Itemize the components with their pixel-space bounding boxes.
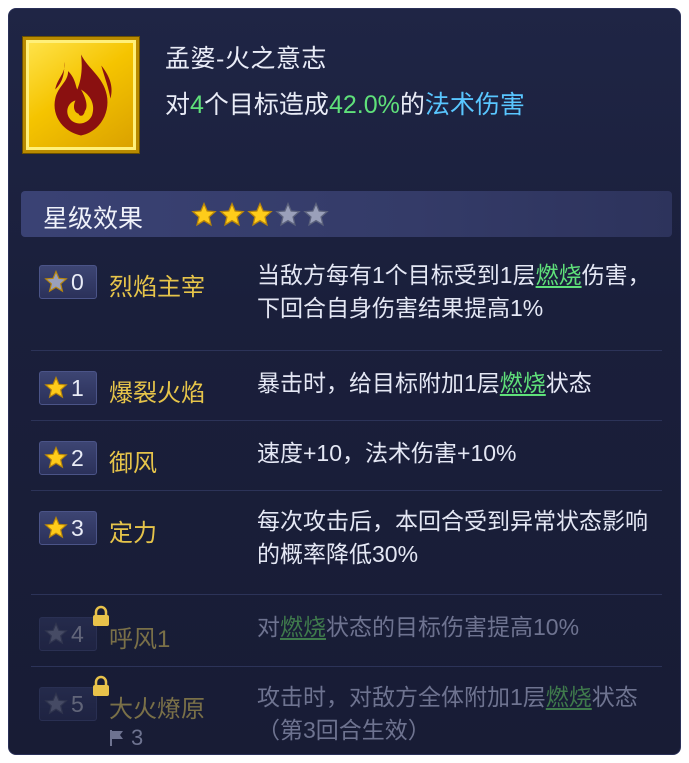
star-effect-name: 大火燎原 [109, 696, 205, 723]
star-effect-description: 对燃烧状态的目标伤害提高10% [257, 614, 580, 640]
damage-percent: 42.0% [328, 91, 400, 119]
burn-status-link[interactable]: 燃烧 [536, 262, 582, 288]
star-level-badge: 5 [39, 687, 97, 721]
star-effect-name: 定力 [109, 520, 157, 547]
flag-count: 3 [131, 725, 144, 750]
star-effects-header: 星级效果 [21, 191, 672, 237]
star-icon [44, 692, 68, 715]
star-effect-description: 速度+10，法术伤害+10% [257, 440, 517, 466]
flag-icon [110, 730, 123, 746]
star-level-number: 0 [71, 268, 84, 295]
star-icon [44, 446, 68, 469]
star-effect-description: 当敌方每有1个目标受到1层燃烧伤害，下回合自身伤害结果提高1% [257, 262, 651, 321]
star-rating [191, 202, 329, 228]
star-effect-row: 3 定力 每次攻击后，本回合受到异常状态影响的概率降低30% [21, 491, 672, 595]
star-effect-name: 烈焰主宰 [109, 274, 205, 301]
star-level-number: 2 [71, 444, 84, 471]
burn-status-link[interactable]: 燃烧 [546, 684, 592, 710]
fire-icon [23, 37, 139, 153]
target-count: 4 [190, 91, 204, 119]
flag-requirement: 3 [109, 725, 143, 751]
star-effect-description: 暴击时，给目标附加1层燃烧状态 [257, 370, 592, 396]
star-effect-row: 5 大火燎原 3 攻击时，对敌方全体附加1层燃烧状态（第3回合生效） [21, 667, 672, 754]
lock-icon [93, 605, 109, 626]
star-icon [44, 516, 68, 539]
lock-icon [93, 675, 109, 696]
flame-graphic [54, 54, 112, 136]
skill-description: 对4个目标造成42.0%的法术伤害 [165, 91, 525, 119]
star-level-badge: 4 [39, 617, 97, 651]
star-effect-name: 御风 [109, 450, 157, 477]
star-empty-icon [303, 202, 329, 227]
star-level-number: 3 [71, 514, 84, 541]
star-icon [44, 270, 68, 293]
star-effects-title: 星级效果 [43, 205, 144, 233]
star-effect-description: 每次攻击后，本回合受到异常状态影响的概率降低30% [257, 508, 648, 567]
star-level-badge: 0 [39, 265, 97, 299]
star-effect-row: 1 爆裂火焰 暴击时，给目标附加1层燃烧状态 [21, 351, 672, 421]
damage-type-link[interactable]: 法术伤害 [425, 91, 525, 119]
burn-status-link[interactable]: 燃烧 [500, 370, 546, 396]
star-effect-row: 0 烈焰主宰 当敌方每有1个目标受到1层燃烧伤害，下回合自身伤害结果提高1% [21, 245, 672, 351]
star-effect-description: 攻击时，对敌方全体附加1层燃烧状态（第3回合生效） [257, 684, 638, 743]
skill-name: 孟婆-火之意志 [165, 45, 327, 73]
skill-tooltip-panel: 孟婆-火之意志 对4个目标造成42.0%的法术伤害 星级效果 0 烈焰主宰 当敌方每… [8, 8, 681, 755]
burn-status-link[interactable]: 燃烧 [280, 614, 326, 640]
star-level-badge: 3 [39, 511, 97, 545]
star-effect-name: 呼风1 [109, 626, 171, 653]
star-effect-name: 爆裂火焰 [109, 380, 205, 407]
star-effect-row: 2 御风 速度+10，法术伤害+10% [21, 421, 672, 491]
star-level-badge: 2 [39, 441, 97, 475]
star-effect-row: 4 呼风1 对燃烧状态的目标伤害提高10% [21, 595, 672, 667]
star-level-number: 1 [71, 374, 84, 401]
star-icon [44, 622, 68, 645]
star-icon [44, 376, 68, 399]
star-filled-icon [191, 202, 217, 227]
star-filled-icon [219, 202, 245, 227]
star-level-number: 5 [71, 690, 84, 717]
star-empty-icon [275, 202, 301, 227]
star-filled-icon [247, 202, 273, 227]
star-level-badge: 1 [39, 371, 97, 405]
star-level-number: 4 [71, 620, 84, 647]
